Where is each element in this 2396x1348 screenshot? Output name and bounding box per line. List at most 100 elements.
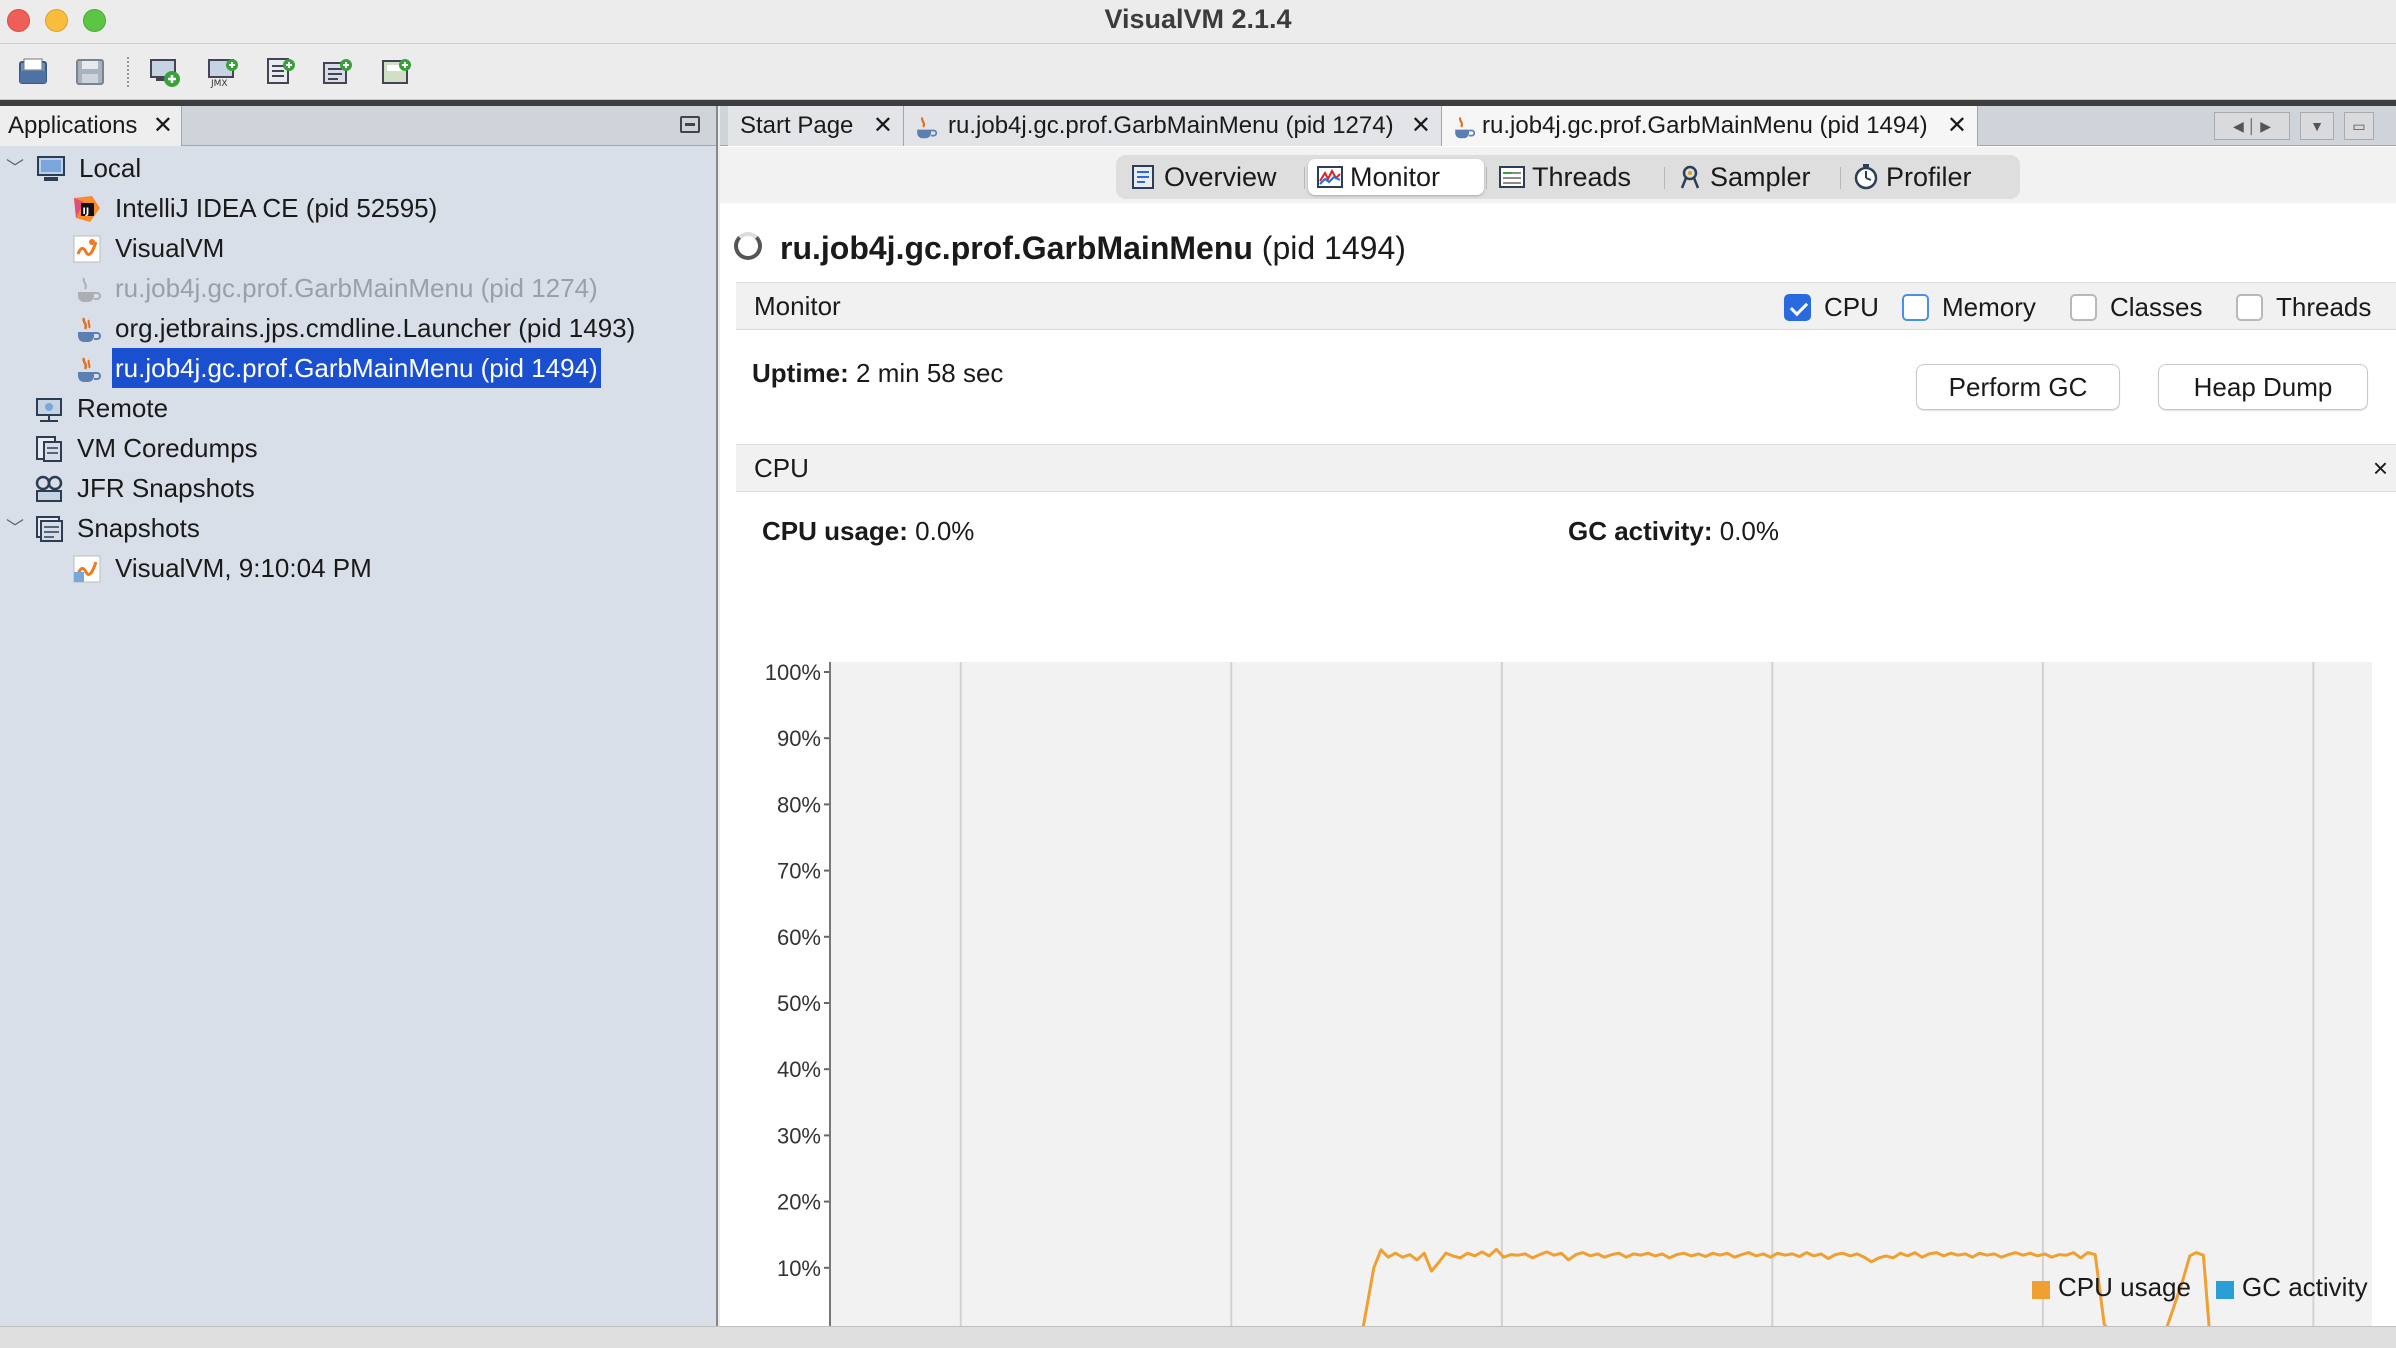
tab-garbmainmenu-1274[interactable]: ru.job4j.gc.prof.GarbMainMenu (pid 1274)…	[904, 106, 1442, 146]
checkbox-unchecked-icon[interactable]	[1902, 294, 1929, 321]
add-remote-host-icon[interactable]	[263, 55, 297, 89]
y-tick-label: 80%	[777, 792, 821, 817]
tab-applications[interactable]: Applications ✕	[0, 106, 182, 146]
sampler-icon	[1676, 163, 1704, 191]
tab-scroll-buttons[interactable]: ◀ │ ▶	[2214, 112, 2290, 140]
tab-profiler[interactable]: Profiler	[1844, 159, 2014, 195]
title-bar: VisualVM 2.1.4	[0, 0, 2396, 44]
cpu-usage-readout: CPU usage: 0.0%	[762, 516, 974, 547]
tab-sampler[interactable]: Sampler	[1668, 159, 1838, 195]
coredump-icon	[34, 434, 64, 464]
add-snapshot-icon[interactable]	[379, 55, 413, 89]
applications-tab-bar: Applications ✕	[0, 106, 716, 146]
tab-start-page[interactable]: Start Page ✕	[728, 106, 904, 146]
gc-activity-label: GC activity:	[1568, 516, 1713, 546]
close-icon[interactable]: ✕	[1947, 106, 1967, 146]
tree-node-label: Remote	[77, 393, 169, 423]
checkbox-label: CPU	[1824, 292, 1879, 322]
document-tab-bar: Start Page ✕ ru.job4j.gc.prof.GarbMainMe…	[720, 106, 2396, 146]
save-icon[interactable]	[73, 55, 107, 89]
checkbox-unchecked-icon[interactable]	[2070, 294, 2097, 321]
cpu-panel-title: CPU	[754, 453, 809, 483]
y-tick-label: 60%	[777, 925, 821, 950]
y-tick-label: 10%	[777, 1256, 821, 1281]
chevron-down-icon[interactable]: ▼	[2300, 112, 2334, 140]
separator	[1664, 167, 1665, 189]
view-switcher-bar: Overview Monitor Threads Sampler Profile…	[720, 147, 2396, 203]
tree-node-label: VM Coredumps	[77, 433, 258, 463]
jfr-icon	[34, 474, 64, 504]
toolbar-separator	[127, 57, 129, 87]
restore-window-icon[interactable]: ▭	[2344, 112, 2374, 140]
y-tick-label: 100%	[765, 660, 821, 685]
add-coredump-icon[interactable]	[320, 55, 354, 89]
legend-label: CPU usage	[2058, 1272, 2191, 1302]
add-jmx-connection-icon[interactable]	[148, 55, 182, 89]
visualvm-icon	[72, 234, 102, 264]
tree-node-label: JFR Snapshots	[77, 473, 255, 503]
checkbox-label: Classes	[2110, 292, 2203, 322]
tab-label: Start Page	[740, 112, 854, 139]
process-name: ru.job4j.gc.prof.GarbMainMenu	[780, 230, 1253, 266]
close-icon[interactable]: ✕	[153, 111, 173, 140]
tab-overview[interactable]: Overview	[1122, 159, 1302, 195]
y-tick-label: 70%	[777, 859, 821, 884]
tree-node-label: org.jetbrains.jps.cmdline.Launcher (pid …	[115, 313, 636, 343]
tab-garbmainmenu-1494[interactable]: ru.job4j.gc.prof.GarbMainMenu (pid 1494)…	[1442, 106, 1978, 146]
checkbox-label: Memory	[1942, 292, 2036, 322]
status-bar	[0, 1326, 2396, 1348]
intellij-icon: IJ	[72, 194, 102, 224]
tab-monitor[interactable]: Monitor	[1308, 159, 1484, 195]
y-tick-label: 30%	[777, 1123, 821, 1148]
close-icon[interactable]: ×	[2373, 445, 2388, 491]
main-toolbar: JMX	[0, 45, 2396, 100]
overview-icon	[1130, 163, 1158, 191]
y-tick-label: 90%	[777, 726, 821, 751]
tab-threads[interactable]: Threads	[1490, 159, 1662, 195]
checkbox-label: Threads	[2276, 292, 2372, 322]
separator	[1840, 167, 1841, 189]
cpu-usage-label: CPU usage:	[762, 516, 908, 546]
threads-icon	[1498, 163, 1526, 191]
tab-label: Monitor	[1350, 162, 1441, 192]
checkbox-unchecked-icon[interactable]	[2236, 294, 2263, 321]
chevron-left-icon[interactable]: ◀	[2233, 118, 2244, 134]
java-app-icon	[72, 354, 102, 384]
open-file-icon[interactable]	[16, 55, 50, 89]
minimize-panel-icon[interactable]	[680, 116, 700, 133]
tab-label: Profiler	[1886, 162, 1972, 192]
window-title: VisualVM 2.1.4	[1104, 4, 1292, 34]
snapshots-folder-icon	[34, 514, 64, 544]
tab-applications-label: Applications	[8, 112, 138, 139]
tab-label: Overview	[1164, 162, 1277, 192]
close-icon[interactable]: ✕	[1411, 106, 1431, 146]
tree-node-label: ru.job4j.gc.prof.GarbMainMenu (pid 1494)	[112, 348, 601, 388]
java-app-icon	[1450, 113, 1476, 139]
uptime-value: 2 min 58 sec	[856, 358, 1004, 388]
tree-node-label: IntelliJ IDEA CE (pid 52595)	[115, 193, 438, 223]
y-tick-label: 50%	[777, 991, 821, 1016]
chevron-down-icon[interactable]: ﹀	[6, 508, 24, 548]
add-jmx-icon[interactable]: JMX	[206, 55, 240, 89]
chevron-down-icon[interactable]: ﹀	[6, 148, 24, 188]
separator	[1486, 167, 1487, 189]
tree-node-label: ru.job4j.gc.prof.GarbMainMenu (pid 1274)	[115, 273, 598, 303]
java-app-icon	[912, 113, 938, 139]
uptime-label: Uptime:	[752, 358, 849, 388]
view-tabs: Overview Monitor Threads Sampler Profile…	[1116, 155, 2020, 199]
y-tick-label: 20%	[777, 1190, 821, 1215]
heap-dump-button[interactable]: Heap Dump	[2158, 364, 2368, 410]
tree-node-label: Local	[79, 153, 142, 183]
tab-label: Sampler	[1710, 162, 1811, 192]
y-tick-label: 40%	[777, 1057, 821, 1082]
loading-spinner-icon	[734, 232, 762, 260]
process-pid: (pid 1494)	[1261, 230, 1406, 266]
checkbox-checked-icon[interactable]	[1784, 294, 1811, 321]
main-content: Start Page ✕ ru.job4j.gc.prof.GarbMainMe…	[720, 106, 2396, 1346]
perform-gc-button[interactable]: Perform GC	[1916, 364, 2120, 410]
close-icon[interactable]: ✕	[873, 106, 893, 146]
cpu-chart: 100%90%80%70%60%50%40%30%20%10%0%5:37:30…	[765, 660, 2372, 1346]
chevron-right-icon[interactable]: ▶	[2260, 118, 2271, 134]
cpu-usage-legend-swatch	[2032, 1281, 2050, 1299]
profiler-icon	[1852, 163, 1880, 191]
